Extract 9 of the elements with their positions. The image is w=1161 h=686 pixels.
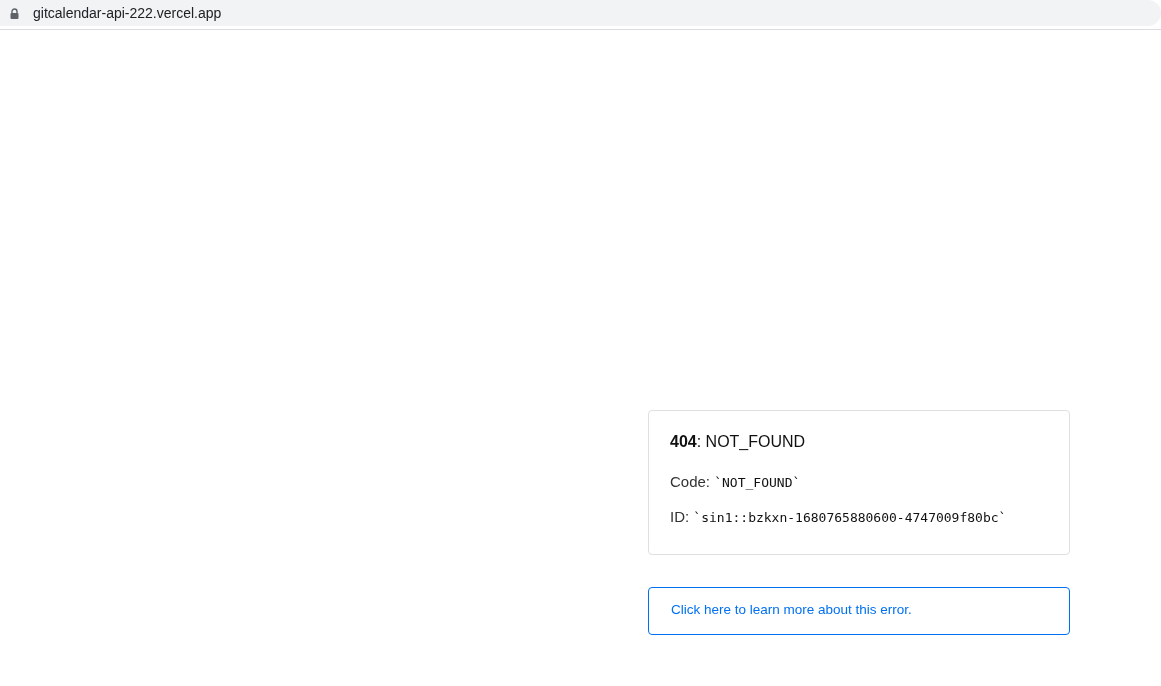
address-bar[interactable]: gitcalendar-api-222.vercel.app [0,0,1161,26]
code-label: Code: [670,473,711,490]
help-link[interactable]: Click here to learn more about this error. [648,587,1070,635]
lock-icon [10,7,19,19]
id-label: ID: [670,508,690,525]
url-text: gitcalendar-api-222.vercel.app [33,5,222,21]
error-title: 404: NOT_FOUND [670,433,807,451]
code-value: `NOT_FOUND` [714,475,801,490]
id-value: `sin1::bzkxn-1680765880600-4747009f80bc` [693,510,1007,525]
